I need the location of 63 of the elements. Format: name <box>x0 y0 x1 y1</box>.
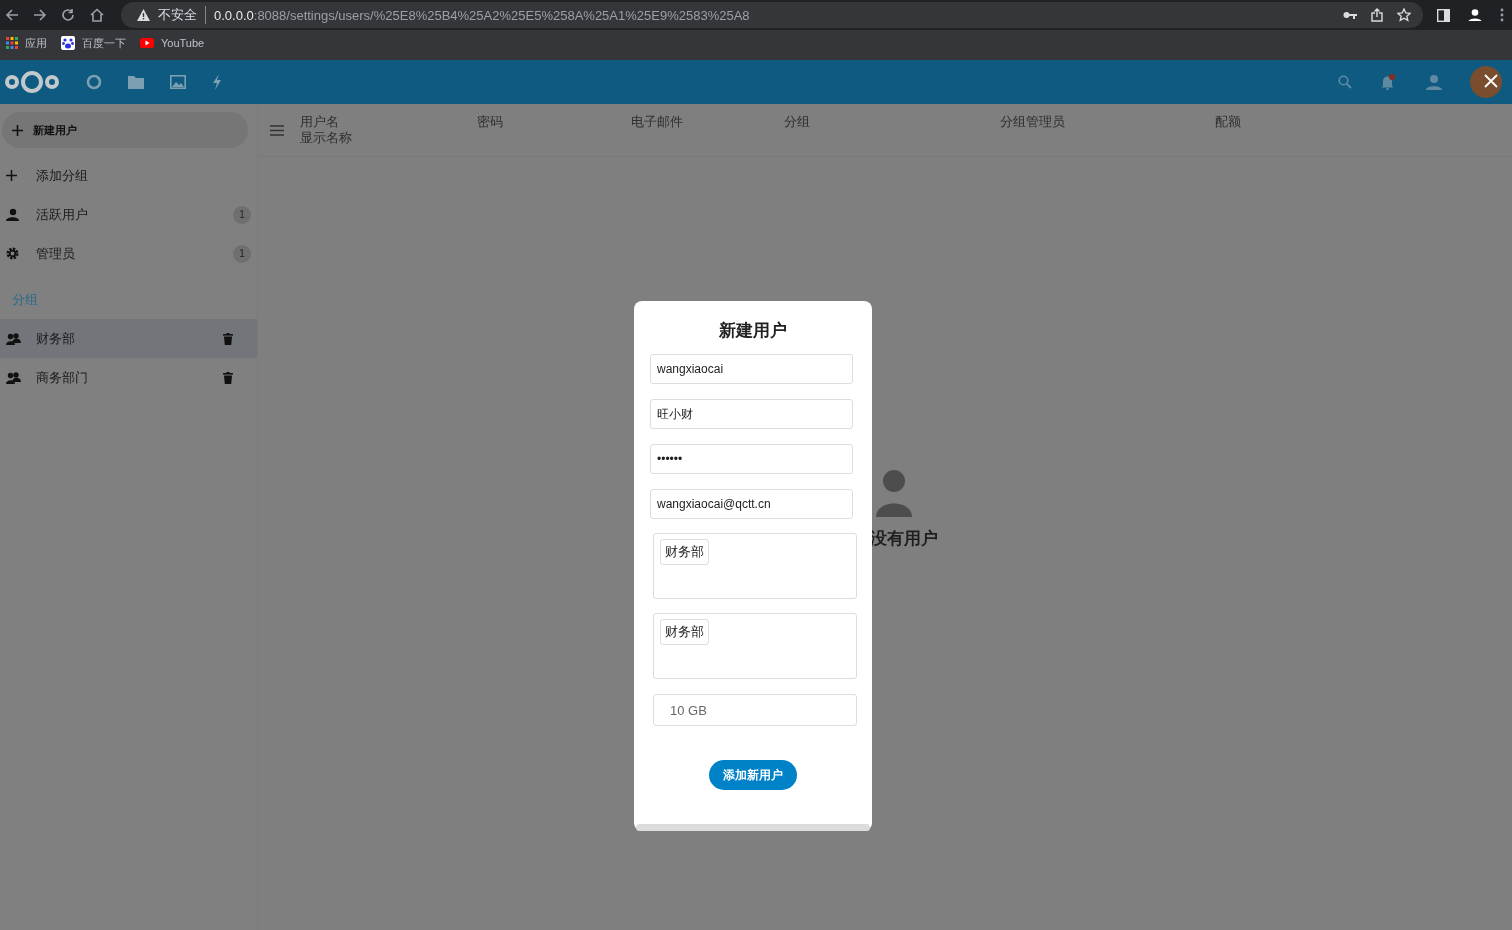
key-icon[interactable] <box>1343 10 1357 20</box>
group-item[interactable]: 财务部 <box>0 319 257 358</box>
address-bar[interactable]: 不安全 0.0.0.0:8088/settings/users/%25E8%25B4%25A2%25E5%258A%25A1%25E9%2583%25A8 <box>121 2 1423 28</box>
column-header[interactable]: 用户名 显示名称 <box>300 114 477 146</box>
lightning-icon[interactable] <box>212 74 222 90</box>
circle-icon[interactable] <box>86 74 102 90</box>
play-icon <box>140 38 154 48</box>
url-text: 0.0.0.0:8088/settings/users/%25E8%25B4%25A2%25E5%258A%25A1%25E9%2583%25A8 <box>214 7 750 23</box>
sidebar-item[interactable]: 添加分组 <box>0 156 257 195</box>
warning-icon <box>137 9 150 21</box>
plus-icon <box>12 124 23 136</box>
image-icon[interactable] <box>170 75 186 89</box>
trash-icon[interactable] <box>223 332 233 345</box>
bookmark-link[interactable]: YouTube <box>140 37 205 49</box>
avatar[interactable] <box>1470 66 1502 98</box>
users-icon <box>6 332 21 345</box>
section-heading: 分组 <box>11 291 39 309</box>
column-header[interactable]: 电子邮件 <box>631 114 784 146</box>
input-field[interactable]: wangxiaocai@qctt.cn <box>650 489 853 519</box>
multiselect-field[interactable]: 财务部 <box>653 613 857 679</box>
bookmark-link[interactable]: 应用 <box>6 35 47 51</box>
dialog-title: 新建用户 <box>719 320 787 342</box>
count-badge: 1 <box>233 205 251 224</box>
column-header[interactable]: 配额 <box>1215 114 1315 146</box>
folder-icon[interactable] <box>128 75 144 89</box>
forward-icon[interactable] <box>33 8 47 22</box>
notification-bell-icon[interactable] <box>1380 74 1396 90</box>
gear-icon <box>6 247 19 260</box>
multiselect-field[interactable]: 财务部 <box>653 533 857 599</box>
bookmark-link[interactable]: 百度一下 <box>61 35 126 51</box>
plus-icon <box>6 170 17 181</box>
count-badge: 1 <box>233 244 251 263</box>
reload-icon[interactable] <box>61 8 75 22</box>
column-header[interactable]: 密码 <box>477 114 631 146</box>
paw-icon <box>61 36 75 50</box>
group-item[interactable]: 商务部门 <box>0 358 257 397</box>
input-field[interactable]: 旺小财 <box>650 399 853 429</box>
quota-field[interactable]: 10 GB <box>653 694 857 726</box>
tag[interactable]: 财务部 <box>660 539 709 565</box>
back-icon[interactable] <box>5 8 19 22</box>
users-icon <box>6 371 21 384</box>
add-user-button[interactable]: 添加新用户 <box>709 760 797 790</box>
side-panel-icon[interactable] <box>1437 8 1450 22</box>
share-icon[interactable] <box>1371 8 1383 22</box>
column-header[interactable]: 分组 <box>784 114 1000 146</box>
tag[interactable]: 财务部 <box>660 619 709 645</box>
close-icon[interactable] <box>1484 74 1498 88</box>
menu-icon[interactable] <box>270 124 284 136</box>
sidebar-item[interactable]: 管理员 1 <box>0 234 257 273</box>
input-field[interactable]: •••••• <box>650 444 853 474</box>
column-header[interactable]: 分组管理员 <box>1000 114 1215 146</box>
scrollbar[interactable] <box>636 824 870 831</box>
apps-grid-icon <box>6 37 18 49</box>
sidebar-item[interactable]: 活跃用户 1 <box>0 195 257 234</box>
menu-icon[interactable] <box>1500 8 1504 22</box>
user-icon <box>6 208 19 221</box>
trash-icon[interactable] <box>223 371 233 384</box>
input-field[interactable]: wangxiaocai <box>650 354 853 384</box>
home-icon[interactable] <box>89 8 105 22</box>
new-user-button[interactable]: 新建用户 <box>2 112 248 148</box>
star-icon[interactable] <box>1397 8 1411 22</box>
security-warning: 不安全 <box>158 6 206 24</box>
logo-icon[interactable] <box>4 70 60 94</box>
